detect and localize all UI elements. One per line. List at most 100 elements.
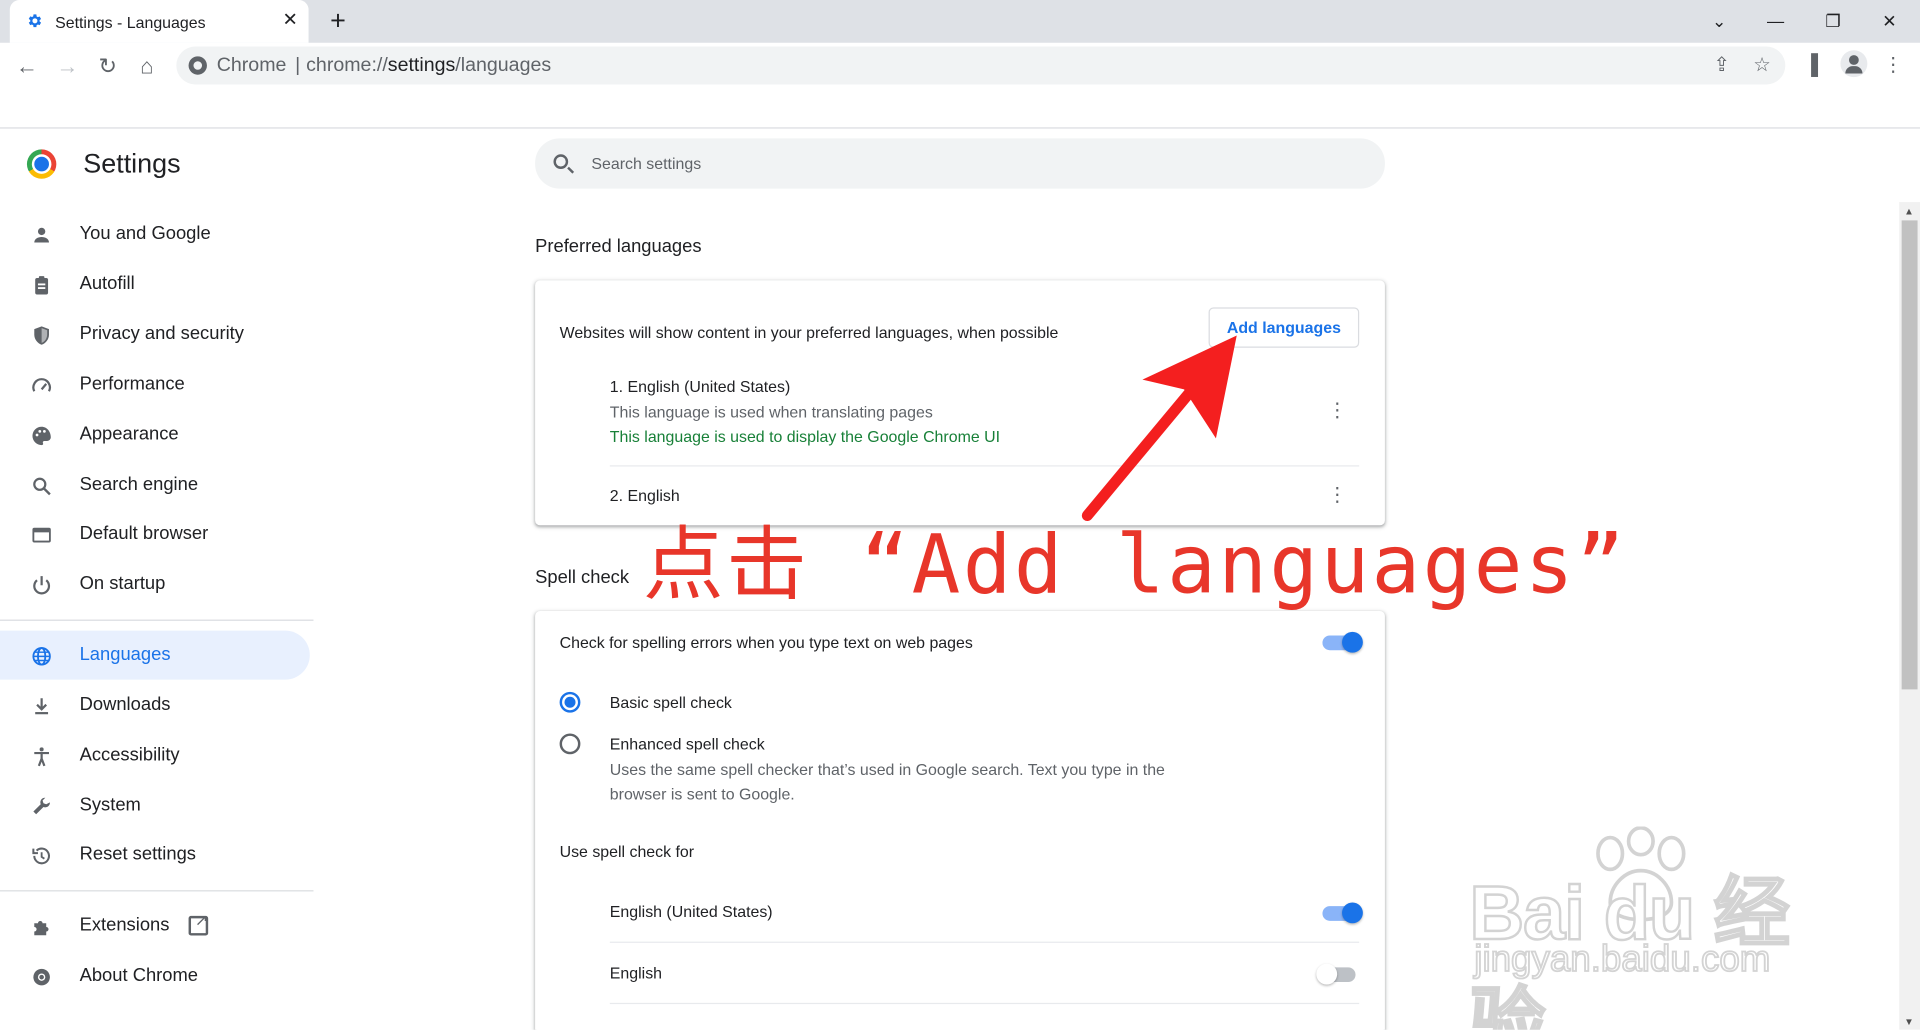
search-settings-input[interactable]: Search settings xyxy=(535,138,1385,189)
gauge-icon xyxy=(32,378,51,392)
side-panel-icon[interactable]: ▐ xyxy=(1795,50,1827,82)
language-note: This language is used when translating p… xyxy=(609,402,933,422)
download-icon xyxy=(35,698,49,715)
sidebar-item-downloads[interactable]: Downloads xyxy=(0,681,310,730)
url-host: settings xyxy=(387,55,456,76)
preferred-languages-heading: Preferred languages xyxy=(535,236,702,258)
sidebar-divider xyxy=(0,890,314,892)
search-icon xyxy=(33,477,51,496)
address-bar[interactable]: Chrome | chrome://settings/languages xyxy=(176,46,1786,85)
sidebar-item-label: Languages xyxy=(79,644,171,665)
enhanced-spell-check-label: Enhanced spell check xyxy=(609,734,765,754)
sidebar-item-extensions[interactable]: Extensions xyxy=(0,901,310,950)
more-menu-icon[interactable]: ⋮ xyxy=(1877,50,1909,82)
sidebar-item-performance[interactable]: Performance xyxy=(0,360,310,409)
person-icon xyxy=(34,227,49,243)
back-arrow-icon[interactable]: ← xyxy=(11,50,43,82)
sidebar-item-appearance[interactable]: Appearance xyxy=(0,410,310,459)
wrench-icon xyxy=(33,797,50,815)
sidebar-item-label: About Chrome xyxy=(79,964,199,986)
sidebar-item-default-browser[interactable]: Default browser xyxy=(0,509,310,558)
profile-avatar[interactable] xyxy=(1840,50,1868,78)
new-tab-button[interactable]: + xyxy=(324,7,351,34)
sidebar-item-label: Extensions xyxy=(79,914,170,936)
sidebar-item-languages[interactable]: Languages xyxy=(0,630,310,680)
sidebar-item-label: Performance xyxy=(79,373,185,395)
baidu-jingyan-watermark: Bai du 经验 jingyan.baidu.com xyxy=(1468,826,1824,1030)
page-title: Settings xyxy=(83,148,181,179)
forward-arrow-icon[interactable]: → xyxy=(51,50,83,82)
scrollbar-thumb[interactable] xyxy=(1901,220,1918,690)
puzzle-icon xyxy=(34,920,49,936)
scroll-down-arrow-icon[interactable]: ▼ xyxy=(1904,1016,1914,1027)
clipboard-icon xyxy=(35,276,49,295)
spell-check-heading: Spell check xyxy=(535,566,630,588)
toolbar-divider xyxy=(0,127,1920,129)
sidebar-item-privacy[interactable]: Privacy and security xyxy=(0,310,310,359)
row-divider xyxy=(609,465,1360,467)
chrome-page-icon xyxy=(188,56,207,75)
gear-icon xyxy=(28,14,42,28)
more-actions-icon[interactable]: ⋮ xyxy=(1325,399,1349,423)
share-icon[interactable]: ⇪ xyxy=(1706,50,1738,82)
spell-check-toggle[interactable] xyxy=(1322,631,1363,653)
add-languages-button[interactable]: Add languages xyxy=(1208,307,1360,348)
use-spell-check-for-label: Use spell check for xyxy=(559,842,695,861)
url-prefix: chrome:// xyxy=(306,55,388,76)
sidebar-item-reset-settings[interactable]: Reset settings xyxy=(0,830,310,879)
sidebar-item-system[interactable]: System xyxy=(0,781,310,830)
search-placeholder: Search settings xyxy=(591,154,702,173)
globe-icon xyxy=(32,647,51,666)
sidebar-item-you-and-google[interactable]: You and Google xyxy=(0,209,310,258)
close-tab-icon[interactable]: ✕ xyxy=(279,10,301,32)
close-window-icon[interactable]: ✕ xyxy=(1875,7,1904,34)
sidebar-item-label: Downloads xyxy=(79,694,171,716)
browser-window-icon xyxy=(32,527,51,543)
chrome-icon xyxy=(33,968,50,986)
spell-language-toggle[interactable] xyxy=(1316,963,1358,985)
toolbar: ← → ↻ ⌂ Chrome | chrome://settings/langu… xyxy=(0,42,1920,89)
basic-spell-check-radio[interactable] xyxy=(559,691,581,713)
sidebar-item-on-startup[interactable]: On startup xyxy=(0,560,310,609)
sidebar-item-about-chrome[interactable]: About Chrome xyxy=(0,951,310,1000)
chrome-logo-icon xyxy=(26,149,57,179)
enhanced-spell-check-description-2: browser is sent to Google. xyxy=(609,784,795,804)
scroll-up-arrow-icon[interactable]: ▲ xyxy=(1904,206,1914,217)
palette-icon xyxy=(32,426,51,446)
spell-language-toggle[interactable] xyxy=(1322,902,1363,924)
sidebar-item-label: On startup xyxy=(79,573,166,594)
preferred-languages-description: Websites will show content in your prefe… xyxy=(559,323,1059,342)
language-name: 1. English (United States) xyxy=(609,377,791,396)
spell-language-name: English xyxy=(609,963,663,983)
row-divider xyxy=(609,1002,1360,1005)
annotation-text: 点击 “Add languages” xyxy=(642,517,1628,613)
open-in-new-icon[interactable] xyxy=(188,911,209,936)
sidebar-item-label: Search engine xyxy=(79,473,199,495)
sidebar-item-autofill[interactable]: Autofill xyxy=(0,260,310,309)
sidebar-item-accessibility[interactable]: Accessibility xyxy=(0,731,310,780)
power-icon xyxy=(33,576,51,595)
bookmark-star-icon[interactable]: ☆ xyxy=(1746,50,1778,82)
omnibox-separator: | xyxy=(295,55,301,76)
minimize-icon[interactable]: — xyxy=(1761,7,1790,34)
spell-check-toggle-label: Check for spelling errors when you type … xyxy=(559,633,973,652)
enhanced-spell-check-description: Uses the same spell checker that’s used … xyxy=(609,760,1165,779)
sidebar-item-label: Default browser xyxy=(79,522,209,544)
page-scrollbar[interactable]: ▲ ▼ xyxy=(1899,202,1920,1030)
sidebar-item-label: Accessibility xyxy=(79,744,180,766)
chevron-down-icon[interactable]: ⌄ xyxy=(1705,7,1734,34)
spell-language-name: English (United States) xyxy=(609,902,773,921)
restore-icon[interactable]: ❐ xyxy=(1818,7,1847,34)
shield-icon xyxy=(34,326,49,345)
sidebar-item-label: System xyxy=(79,794,141,816)
sidebar-item-label: Appearance xyxy=(79,423,179,445)
basic-spell-check-label: Basic spell check xyxy=(609,693,732,712)
language-ui-note: This language is used to display the Goo… xyxy=(609,427,1001,446)
sidebar-item-label: You and Google xyxy=(79,222,211,244)
sidebar-item-search-engine[interactable]: Search engine xyxy=(0,460,310,509)
reload-icon[interactable]: ↻ xyxy=(92,50,124,82)
home-icon[interactable]: ⌂ xyxy=(131,50,163,82)
enhanced-spell-check-radio[interactable] xyxy=(559,733,581,755)
history-icon xyxy=(32,847,50,865)
tab-settings-languages[interactable]: Settings - Languages ✕ xyxy=(9,0,309,43)
